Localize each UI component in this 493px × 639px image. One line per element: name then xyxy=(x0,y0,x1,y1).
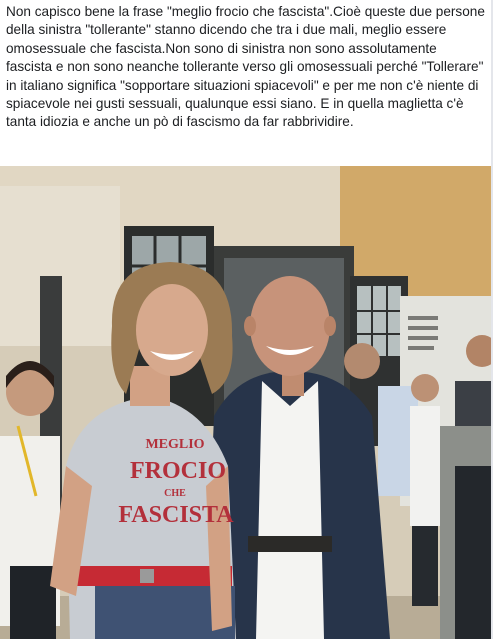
facebook-post: Non capisco bene la frase "meglio frocio… xyxy=(0,0,493,639)
svg-text:CHE: CHE xyxy=(164,488,186,499)
photo-illustration: MEGLIO FROCIO CHE FASCISTA xyxy=(0,166,493,639)
background-person-far-right xyxy=(440,426,493,639)
post-body-text: Non capisco bene la frase "meglio frocio… xyxy=(6,4,485,130)
background-woman-left xyxy=(0,361,60,639)
svg-text:MEGLIO: MEGLIO xyxy=(145,437,204,452)
svg-text:FROCIO: FROCIO xyxy=(130,458,226,484)
post-photo[interactable]: MEGLIO FROCIO CHE FASCISTA xyxy=(0,166,493,639)
background-woman-right xyxy=(410,374,440,606)
svg-text:FASCISTA: FASCISTA xyxy=(118,502,234,528)
